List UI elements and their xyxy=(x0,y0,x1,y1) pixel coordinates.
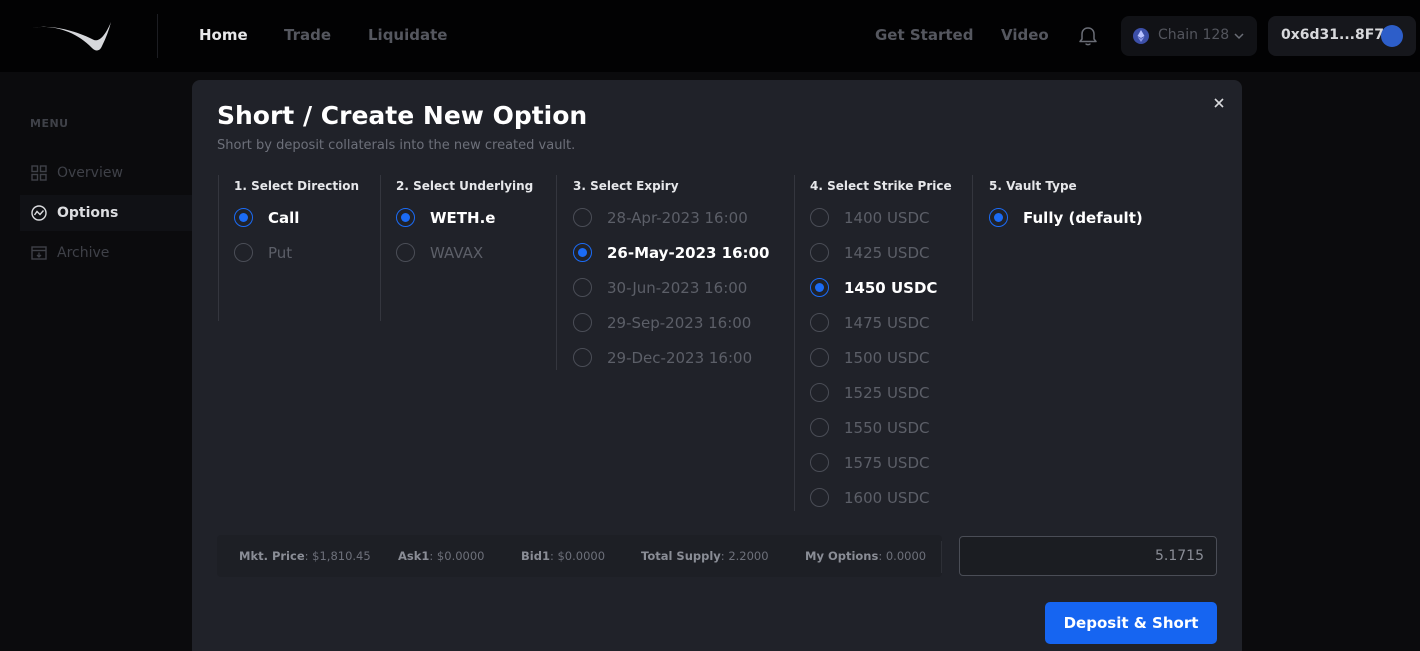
column-header: 4. Select Strike Price xyxy=(810,179,952,193)
option-label: WAVAX xyxy=(430,244,484,262)
sidebar-item-options[interactable]: Options xyxy=(20,195,192,231)
bid-stat: Bid1: $0.0000 xyxy=(521,549,606,563)
archive-icon xyxy=(31,246,47,260)
nav-trade[interactable]: Trade xyxy=(284,26,331,44)
nav-video[interactable]: Video xyxy=(1001,26,1049,44)
nav-get-started[interactable]: Get Started xyxy=(875,26,973,44)
sidebar-item-label: Archive xyxy=(57,245,110,261)
modal-subtitle: Short by deposit collaterals into the ne… xyxy=(217,138,576,153)
column-divider xyxy=(556,175,557,370)
radio-icon[interactable] xyxy=(810,383,829,402)
ask-stat: Ask1: $0.0000 xyxy=(398,549,485,563)
sidebar-item-archive[interactable]: Archive xyxy=(20,235,192,271)
column-header: 3. Select Expiry xyxy=(573,179,679,193)
radio-icon[interactable] xyxy=(810,453,829,472)
radio-icon[interactable] xyxy=(810,488,829,507)
radio-icon[interactable] xyxy=(810,208,829,227)
radio-icon[interactable] xyxy=(396,208,415,227)
brand-logo[interactable] xyxy=(30,18,112,54)
radio-icon[interactable] xyxy=(234,243,253,262)
option-label: 29-Dec-2023 16:00 xyxy=(607,349,753,367)
option-label: 1550 USDC xyxy=(844,419,930,437)
radio-icon[interactable] xyxy=(810,313,829,332)
wallet-address: 0x6d31...8F7f xyxy=(1281,27,1391,43)
radio-icon[interactable] xyxy=(573,208,592,227)
column-divider xyxy=(972,175,973,321)
radio-icon[interactable] xyxy=(234,208,253,227)
nav-home[interactable]: Home xyxy=(199,26,248,44)
sidebar-item-overview[interactable]: Overview xyxy=(20,155,192,191)
option-label: Put xyxy=(268,244,293,262)
option-label: 1450 USDC xyxy=(844,279,938,297)
stats-divider xyxy=(941,541,942,573)
deposit-short-button[interactable]: Deposit & Short xyxy=(1045,602,1217,644)
mkt-price-stat: Mkt. Price: $1,810.45 xyxy=(239,549,371,563)
close-icon[interactable] xyxy=(1211,95,1227,111)
radio-icon[interactable] xyxy=(573,348,592,367)
bell-icon[interactable] xyxy=(1077,25,1099,47)
modal-title: Short / Create New Option xyxy=(217,101,588,130)
amount-input[interactable] xyxy=(959,536,1217,576)
option-label: 29-Sep-2023 16:00 xyxy=(607,314,752,332)
column-divider xyxy=(218,175,219,321)
options-icon xyxy=(31,205,47,221)
total-supply-stat: Total Supply: 2.2000 xyxy=(641,549,769,563)
overview-icon xyxy=(31,165,47,181)
radio-icon[interactable] xyxy=(810,278,829,297)
option-label: 1475 USDC xyxy=(844,314,930,332)
option-label: 1425 USDC xyxy=(844,244,930,262)
option-label: 30-Jun-2023 16:00 xyxy=(607,279,748,297)
chain-selector[interactable]: Chain 128 xyxy=(1121,16,1257,56)
option-label: Call xyxy=(268,209,300,227)
sidebar-item-label: Overview xyxy=(57,165,123,181)
option-label: 1400 USDC xyxy=(844,209,930,227)
my-options-stat: My Options: 0.0000 xyxy=(805,549,927,563)
option-label: Fully (default) xyxy=(1023,209,1143,227)
option-label: 1500 USDC xyxy=(844,349,930,367)
radio-icon[interactable] xyxy=(573,243,592,262)
wallet-button[interactable]: 0x6d31...8F7f xyxy=(1268,16,1416,56)
radio-icon[interactable] xyxy=(573,278,592,297)
option-label: 1575 USDC xyxy=(844,454,930,472)
top-navbar: Home Trade Liquidate Get Started Video C… xyxy=(0,0,1420,72)
column-header: 1. Select Direction xyxy=(234,179,360,193)
radio-icon[interactable] xyxy=(810,418,829,437)
chevron-down-icon xyxy=(1234,33,1244,40)
avatar xyxy=(1381,25,1403,47)
radio-icon[interactable] xyxy=(810,348,829,367)
option-label: 1600 USDC xyxy=(844,489,930,507)
column-header: 2. Select Underlying xyxy=(396,179,534,193)
radio-icon[interactable] xyxy=(810,243,829,262)
radio-icon[interactable] xyxy=(396,243,415,262)
menu-heading: MENU xyxy=(30,117,69,130)
ethereum-icon xyxy=(1133,28,1149,44)
option-label: WETH.e xyxy=(430,209,496,227)
nav-liquidate[interactable]: Liquidate xyxy=(368,26,447,44)
column-header: 5. Vault Type xyxy=(989,179,1077,193)
column-divider xyxy=(380,175,381,321)
logo-divider xyxy=(157,14,158,58)
chain-label: Chain 128 xyxy=(1158,27,1230,43)
create-option-modal: Short / Create New Option Short by depos… xyxy=(192,80,1242,651)
option-label: 1525 USDC xyxy=(844,384,930,402)
option-label: 28-Apr-2023 16:00 xyxy=(607,209,748,227)
radio-icon[interactable] xyxy=(989,208,1008,227)
radio-icon[interactable] xyxy=(573,313,592,332)
column-divider xyxy=(794,175,795,511)
market-stats-bar: Mkt. Price: $1,810.45 Ask1: $0.0000 Bid1… xyxy=(217,535,942,577)
option-label: 26-May-2023 16:00 xyxy=(607,244,770,262)
sidebar-item-label: Options xyxy=(57,205,119,221)
